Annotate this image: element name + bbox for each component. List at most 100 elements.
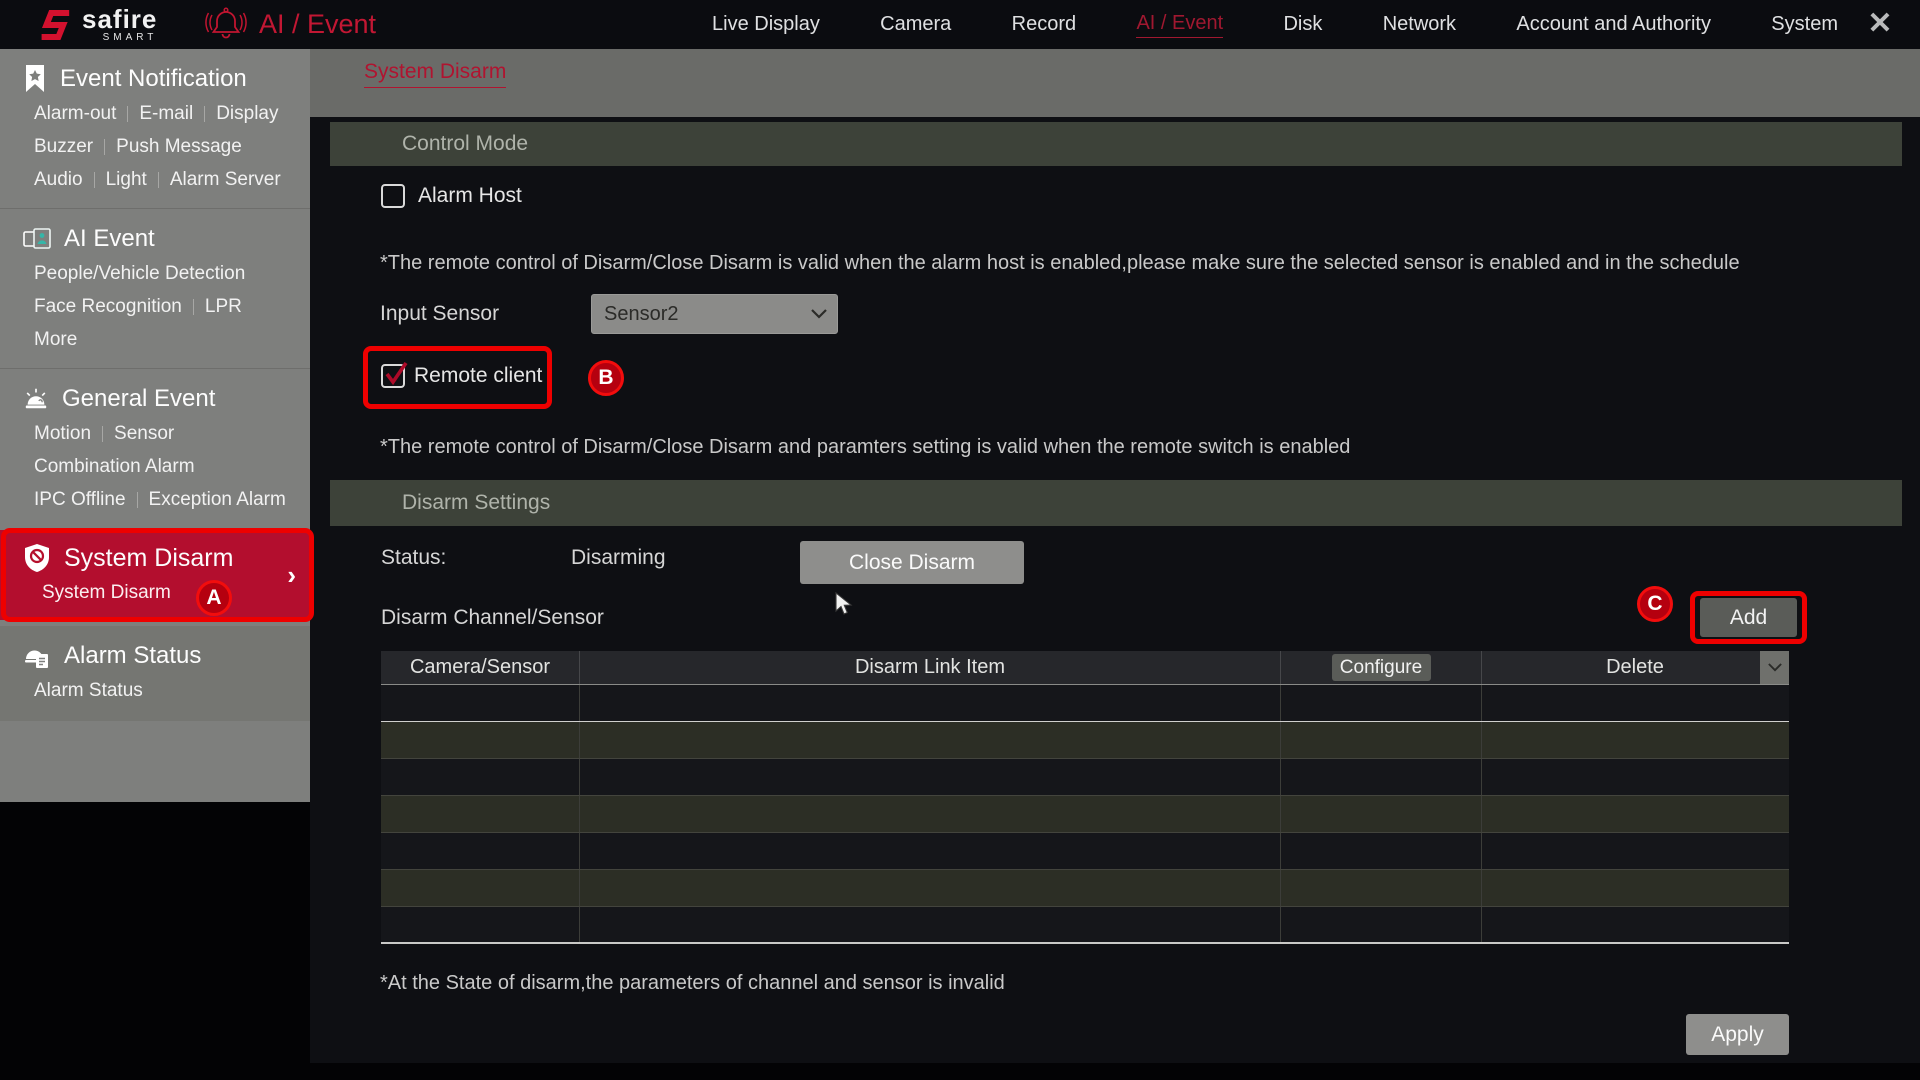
table-cell [381, 907, 580, 942]
general-event-icon [22, 386, 50, 412]
disarm-channel-label: Disarm Channel/Sensor [381, 606, 604, 630]
chevron-down-icon [1768, 663, 1782, 672]
nav-item-live-display[interactable]: Live Display [712, 13, 820, 36]
column-header-disarm-link-item: Disarm Link Item [580, 651, 1281, 684]
alarm-host-note: *The remote control of Disarm/Close Disa… [380, 252, 1740, 275]
table-cell [381, 759, 580, 795]
nav-item-system[interactable]: System [1771, 13, 1838, 36]
annotation-badge-b: B [588, 360, 624, 396]
mouse-cursor-icon [834, 592, 856, 616]
input-sensor-select[interactable]: Sensor2 [591, 294, 838, 334]
safire-s-logo-icon [38, 7, 74, 43]
alarm-host-label: Alarm Host [418, 184, 522, 208]
status-value: Disarming [571, 546, 666, 570]
sidebar-section-event-notification: Event Notification Alarm-out E-mail Disp… [0, 49, 310, 202]
input-sensor-label: Input Sensor [380, 294, 499, 334]
section-title: General Event [62, 385, 215, 413]
sidebar-item-push-message[interactable]: Push Message [116, 130, 242, 163]
disarm-settings-header: Disarm Settings [330, 480, 1902, 526]
remote-client-row: Remote client [381, 364, 542, 388]
table-row[interactable] [381, 870, 1789, 907]
table-cell [1482, 833, 1789, 869]
sidebar-item-more[interactable]: More [34, 323, 77, 356]
sidebar-footer-area [0, 802, 310, 1080]
table-header-row: Camera/Sensor Disarm Link Item Configure… [381, 651, 1789, 685]
sidebar-item-ipc-offline[interactable]: IPC Offline [34, 483, 126, 516]
tab-system-disarm[interactable]: System Disarm [364, 60, 506, 88]
section-title: Event Notification [60, 65, 247, 93]
table-row[interactable] [381, 759, 1789, 796]
chevron-down-icon [811, 309, 827, 319]
page-title: AI / Event [259, 9, 376, 40]
table-row[interactable] [381, 796, 1789, 833]
sidebar-item-alarm-server[interactable]: Alarm Server [170, 163, 281, 196]
divider [94, 172, 95, 188]
nav-item-network[interactable]: Network [1383, 13, 1456, 36]
annotation-badge-a: A [196, 580, 232, 616]
table-cell [1482, 870, 1789, 906]
input-sensor-value: Sensor2 [604, 295, 679, 333]
sidebar-item-email[interactable]: E-mail [139, 97, 193, 130]
table-cell [1281, 722, 1482, 758]
sidebar-item-buzzer[interactable]: Buzzer [34, 130, 93, 163]
sidebar-item-people-vehicle-detection[interactable]: People/Vehicle Detection [34, 257, 245, 290]
alarm-status-icon [22, 641, 52, 671]
sidebar-item-face-recognition[interactable]: Face Recognition [34, 290, 182, 323]
close-disarm-button[interactable]: Close Disarm [800, 541, 1024, 584]
table-cell [381, 685, 580, 721]
table-row[interactable] [381, 907, 1789, 944]
sidebar-item-alarm-status[interactable]: Alarm Status [34, 674, 143, 707]
sidebar-item-combination-alarm[interactable]: Combination Alarm [34, 450, 195, 483]
nav-item-ai-event[interactable]: AI / Event [1136, 12, 1223, 38]
nav-item-account-authority[interactable]: Account and Authority [1516, 13, 1711, 36]
status-label: Status: [381, 546, 446, 570]
chevron-right-icon: › [287, 560, 296, 591]
divider [0, 208, 310, 209]
configure-button[interactable]: Configure [1332, 654, 1431, 681]
close-icon[interactable]: ✕ [1864, 8, 1896, 40]
table-cell [1482, 759, 1789, 795]
table-cell [1281, 833, 1482, 869]
bottom-bar [0, 1063, 1920, 1080]
add-button[interactable]: Add [1700, 598, 1797, 637]
sidebar: Event Notification Alarm-out E-mail Disp… [0, 49, 310, 802]
nav-item-record[interactable]: Record [1012, 13, 1076, 36]
nav-item-disk[interactable]: Disk [1283, 13, 1322, 36]
sidebar-item-system-disarm[interactable]: System Disarm [42, 576, 171, 609]
table-row[interactable] [381, 685, 1789, 722]
table-row[interactable] [381, 833, 1789, 870]
remote-client-note: *The remote control of Disarm/Close Disa… [380, 436, 1350, 459]
divider [158, 172, 159, 188]
sidebar-item-audio[interactable]: Audio [34, 163, 83, 196]
table-row[interactable] [381, 722, 1789, 759]
alarm-host-checkbox[interactable] [381, 184, 405, 208]
alarm-host-row: Alarm Host [381, 184, 522, 208]
ai-detection-icon [22, 226, 52, 252]
sidebar-item-sensor[interactable]: Sensor [114, 417, 174, 450]
divider [104, 139, 105, 155]
main-menu: Live Display Camera Record AI / Event Di… [712, 0, 1838, 49]
divider [193, 299, 194, 315]
sidebar-item-lpr[interactable]: LPR [205, 290, 242, 323]
brand-name: safire [82, 6, 157, 32]
sidebar-item-alarm-out[interactable]: Alarm-out [34, 97, 116, 130]
table-cell [1482, 722, 1789, 758]
brand-logo: safire SMART [38, 6, 157, 43]
bookmark-star-icon [22, 64, 48, 94]
section-title: Alarm Status [64, 642, 201, 670]
table-dropdown-button[interactable] [1760, 651, 1789, 684]
divider [137, 492, 138, 508]
sidebar-item-exception-alarm[interactable]: Exception Alarm [149, 483, 286, 516]
section-header-label: Disarm Settings [402, 491, 550, 514]
table-cell [580, 722, 1281, 758]
remote-client-checkbox[interactable] [381, 364, 405, 388]
nav-item-camera[interactable]: Camera [880, 13, 951, 36]
column-header-camera-sensor: Camera/Sensor [381, 651, 580, 684]
top-navbar: safire SMART AI / Event Live Display Cam… [0, 0, 1920, 49]
apply-button[interactable]: Apply [1686, 1014, 1789, 1055]
sidebar-item-display[interactable]: Display [216, 97, 278, 130]
sidebar-item-motion[interactable]: Motion [34, 417, 91, 450]
table-cell [1281, 796, 1482, 832]
sidebar-section-system-disarm[interactable]: System Disarm System Disarm A › [0, 530, 310, 620]
sidebar-item-light[interactable]: Light [106, 163, 147, 196]
